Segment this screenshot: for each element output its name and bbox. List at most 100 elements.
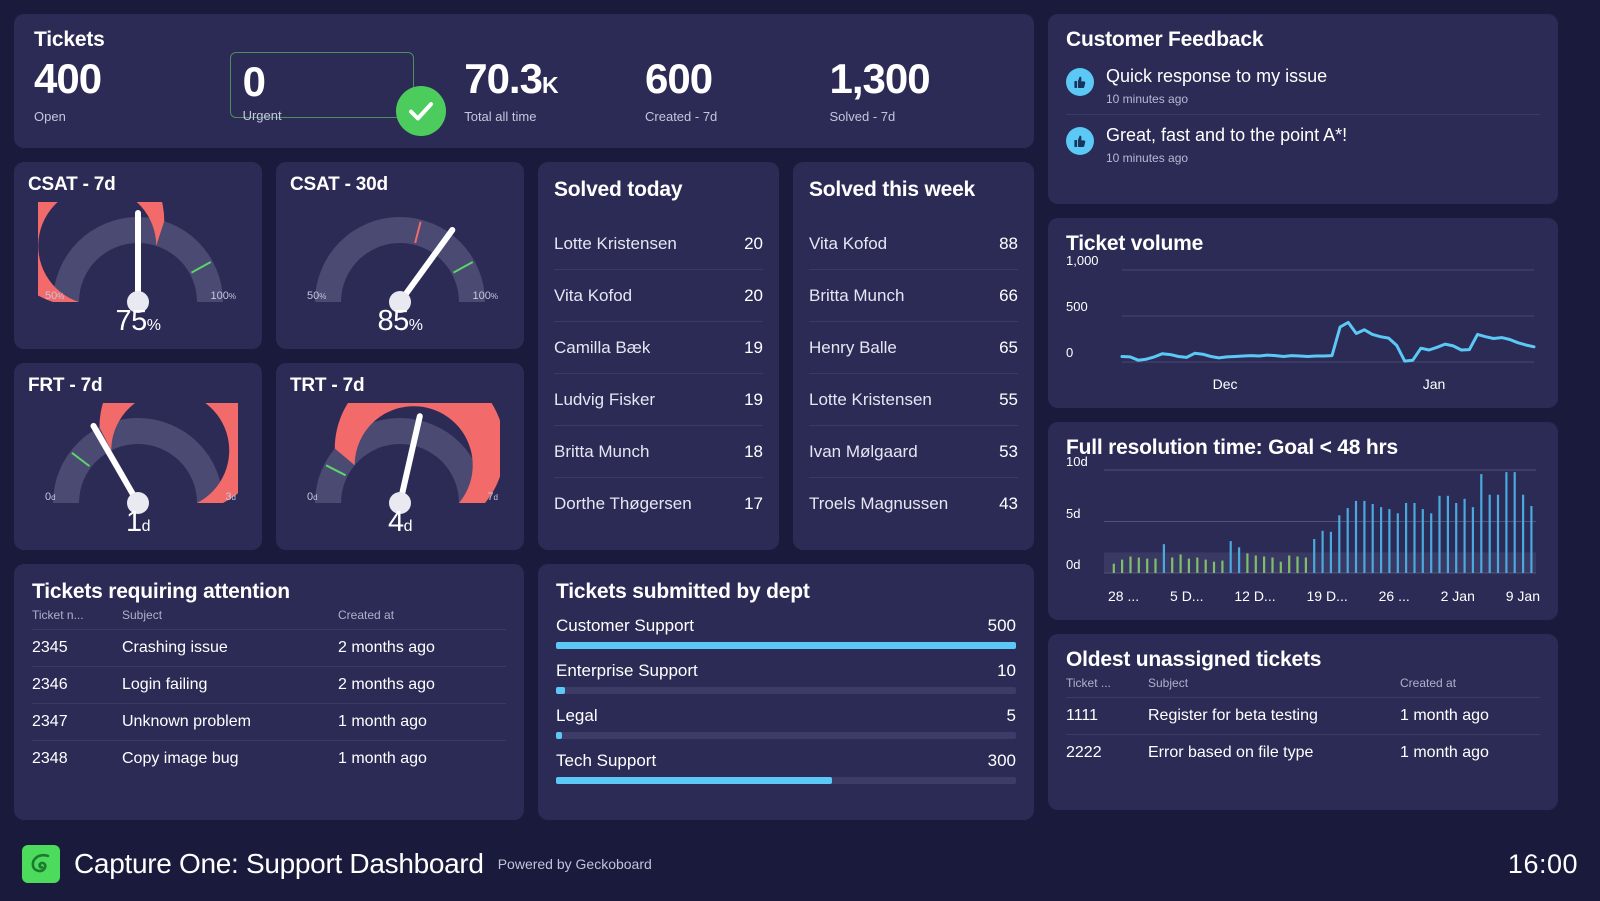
y-axis-tick-label: 0: [1066, 345, 1074, 360]
dept-bar-fill: [556, 687, 566, 694]
x-axis-tick-label: Jan: [1422, 376, 1446, 392]
list-item-value: 88: [999, 233, 1018, 253]
tickets-panel: Tickets 400 Open 0 Urgent 70.3K Total al…: [14, 14, 1034, 148]
list-item: Vita Kofod 20: [554, 270, 763, 322]
list-item: Britta Munch 66: [809, 270, 1018, 322]
kpi-urgent-value: 0: [242, 58, 266, 105]
ticket-volume-title: Ticket volume: [1066, 232, 1204, 255]
col-subject: Subject: [1148, 676, 1400, 698]
list-item-name: Britta Munch: [809, 285, 905, 305]
table-row: 2345 Crashing issue 2 months ago: [32, 629, 506, 667]
list-item-name: Vita Kofod: [554, 285, 633, 305]
cell-subject: Crashing issue: [122, 629, 338, 667]
table-header-row: Ticket ... Subject Created at: [1066, 676, 1540, 698]
dept-bar-track: [556, 777, 1016, 784]
list-item-name: Camilla Bæk: [554, 337, 651, 357]
x-axis-tick-label: 12 D...: [1234, 588, 1276, 604]
list-item-value: 17: [744, 494, 763, 513]
list-item-name: Lotte Kristensen: [809, 389, 932, 409]
list-item: Vita Kofod 88: [809, 218, 1018, 270]
x-axis-tick-label: Dec: [1212, 376, 1238, 392]
dept-bar-fill: [556, 777, 832, 784]
cell-subject: Error based on file type: [1148, 744, 1314, 761]
dept-bar-label: Enterprise Support: [556, 661, 698, 680]
feedback-item: Great, fast and to the point A*! 10 minut…: [1066, 114, 1540, 173]
table-row: 2346 Login failing 2 months ago: [32, 666, 506, 704]
gauge-frt-7d-dial: 0d 3d 1d: [28, 399, 248, 539]
list-item-name: Henry Balle: [809, 337, 897, 357]
y-axis-tick-label: 5d: [1066, 505, 1081, 521]
solved-today-title: Solved today: [554, 178, 683, 201]
cell-ticket-number: 2348: [32, 750, 68, 767]
gauge-csat-30d: CSAT - 30d 50% 100% 85%: [276, 162, 524, 349]
cell-created-at: 1 month ago: [338, 703, 506, 741]
gauge-value: 4d: [387, 506, 413, 538]
gauge-csat-7d: CSAT - 7d 50% 100% 75%: [14, 162, 262, 349]
dept-bar-value: 10: [997, 661, 1016, 680]
customer-feedback-title: Customer Feedback: [1066, 28, 1264, 51]
gauge-max-label: 7d: [487, 491, 498, 503]
powered-by-label: Powered by Geckoboard: [497, 856, 652, 872]
gauge-max-label: 100%: [210, 290, 236, 302]
resolution-chart: 0d 5d 10d 28 ... 5 D... 12 D... 19 D... 26 ... 2…: [1066, 454, 1540, 604]
cell-ticket-number: 2346: [32, 666, 122, 704]
table-row: 2347 Unknown problem 1 month ago: [32, 703, 506, 741]
check-circle-icon: [396, 86, 446, 136]
solved-week-list: Vita Kofod 88 Britta Munch 66 Henry Balle 65 L…: [809, 218, 1018, 530]
oldest-tickets-body: 1111 Register for beta testing 1 month ago…: [1066, 697, 1540, 772]
list-item: Troels Magnussen 43: [809, 478, 1018, 530]
gauge-min-label: 50%: [45, 290, 65, 302]
ticket-volume-chart: 0 500 1,000 Dec Jan: [1066, 253, 1540, 392]
kpi-total-suffix: K: [541, 72, 559, 98]
right-column: Customer Feedback Quick response to my i…: [1048, 14, 1558, 901]
thumbs-up-icon: [1066, 68, 1094, 96]
cell-created-at: 1 month ago: [338, 750, 427, 767]
feedback-time: 10 minutes ago: [1106, 151, 1189, 165]
kpi-open: 400 Open: [34, 58, 230, 125]
dept-bar: Legal 5: [556, 706, 1016, 739]
solved-today-list: Lotte Kristensen 20 Vita Kofod 20 Camilla Bæ…: [554, 218, 763, 530]
x-axis-labels: 28 ... 5 D... 12 D... 19 D... 26 ... 2 Jan 9 J…: [1108, 588, 1540, 604]
y-axis-tick-label: 1,000: [1066, 253, 1099, 268]
dept-bar-label: Customer Support: [556, 616, 694, 635]
gauge-value: 75%: [115, 305, 161, 337]
resolution-panel: Full resolution time: Goal < 48 hrs 0d 5d…: [1048, 422, 1558, 620]
x-axis-tick-label: 28 ...: [1108, 588, 1140, 604]
list-item-value: 20: [744, 233, 763, 253]
resolution-title: Full resolution time: Goal < 48 hrs: [1066, 436, 1398, 459]
y-axis-tick-label: 0d: [1066, 557, 1081, 572]
kpi-created: 600 Created - 7d: [645, 55, 829, 125]
solved-week-panel: Solved this week Vita Kofod 88 Britta Munc…: [793, 162, 1034, 550]
col-created-at: Created at: [338, 608, 506, 630]
oldest-tickets-table: Ticket ... Subject Created at 1111 Regist…: [1066, 676, 1540, 771]
kpi-created-value: 600: [645, 55, 713, 102]
list-item: Camilla Bæk 19: [554, 322, 763, 374]
gauge-trt-7d-dial: 0d 7d 4d: [290, 399, 510, 539]
list-item-name: Vita Kofod: [809, 233, 888, 253]
mid-row: CSAT - 7d 50% 100% 75% CSAT - 30d 50% 100% 8…: [14, 162, 1034, 550]
gauge-max-label: 3d: [225, 491, 236, 503]
capture-one-logo-icon: [22, 845, 60, 883]
cell-subject: Register for beta testing: [1148, 697, 1400, 735]
gauge-value: 85%: [377, 305, 423, 337]
gauge-csat-30d-title: CSAT - 30d: [290, 174, 388, 195]
list-item-value: 18: [744, 441, 763, 461]
solved-week-title: Solved this week: [809, 178, 976, 201]
customer-feedback-panel: Customer Feedback Quick response to my i…: [1048, 14, 1558, 204]
dashboard-root: Tickets 400 Open 0 Urgent 70.3K Total al…: [0, 0, 1600, 901]
table-row: 2348 Copy image bug 1 month ago: [32, 741, 506, 778]
table-header-row: Ticket n... Subject Created at: [32, 608, 506, 630]
tickets-attention-table: Ticket n... Subject Created at 2345 Crash…: [32, 608, 506, 777]
clock: 16:00: [1507, 848, 1578, 879]
cell-created-at: 2 months ago: [338, 666, 506, 704]
cell-ticket-number: 1111: [1066, 697, 1148, 735]
kpi-urgent-label: Urgent: [242, 108, 282, 123]
kpi-urgent: 0 Urgent: [229, 52, 415, 123]
dept-bar-track: [556, 687, 1016, 694]
list-item-name: Ludvig Fisker: [554, 389, 656, 409]
x-axis-tick-label: 5 D...: [1170, 588, 1204, 604]
cell-ticket-number: 2345: [32, 629, 122, 667]
dept-bars: Customer Support 500 Enterprise Support 10 L…: [556, 616, 1016, 784]
y-axis-tick-label: 500: [1066, 299, 1088, 314]
tickets-title: Tickets: [34, 28, 105, 51]
